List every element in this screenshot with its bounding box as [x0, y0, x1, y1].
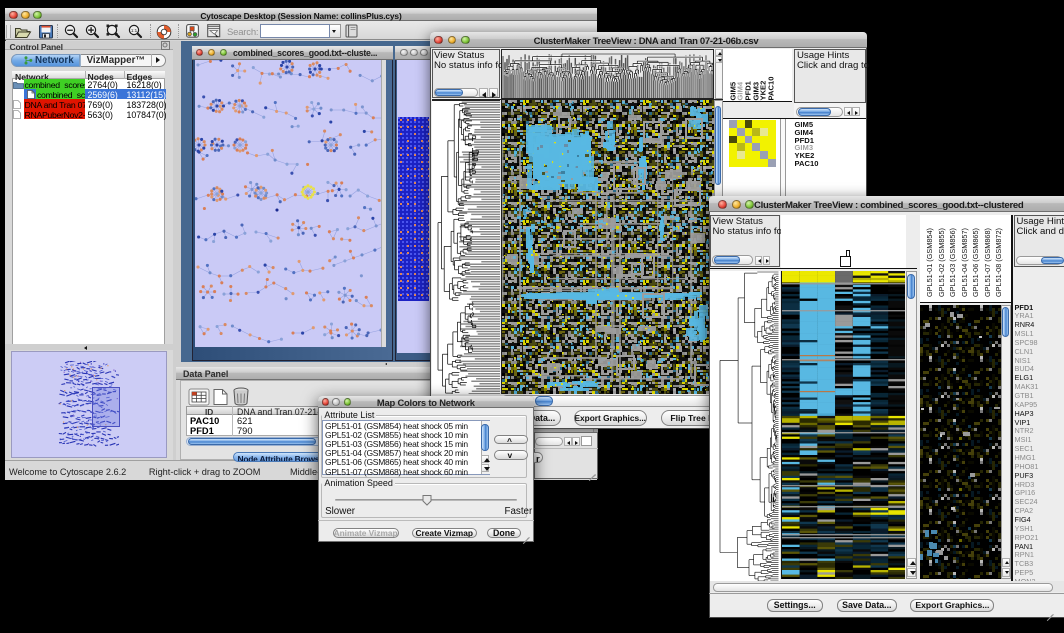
svg-text:1:1: 1:1 — [131, 28, 138, 33]
